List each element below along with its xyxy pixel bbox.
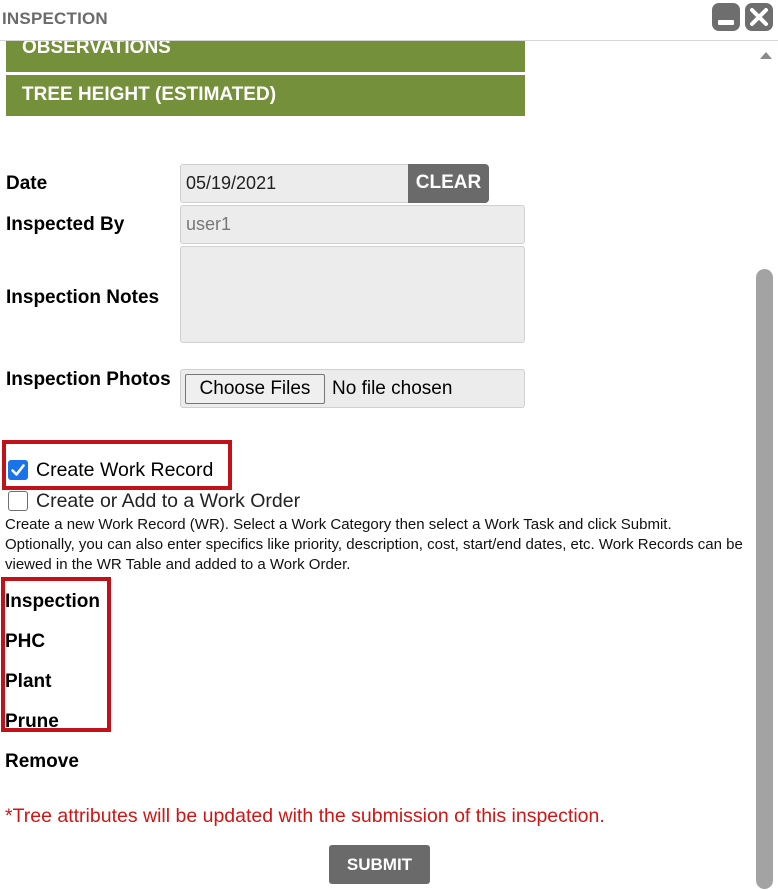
close-icon <box>750 8 768 26</box>
minimize-button[interactable] <box>712 3 740 31</box>
submit-button[interactable]: SUBMIT <box>329 845 430 884</box>
window-titlebar: INSPECTION <box>0 0 778 41</box>
inspected-by-value: user1 <box>186 214 232 234</box>
inspected-by-input: user1 <box>180 205 525 244</box>
section-tree-height[interactable]: TREE HEIGHT (ESTIMATED) <box>6 75 525 116</box>
scroll-thumb[interactable] <box>756 269 773 889</box>
inspection-notes-label: Inspection Notes <box>6 287 160 308</box>
scroll-up-arrow-icon[interactable] <box>760 52 772 59</box>
section-observations-label: OBSERVATIONS <box>22 41 171 58</box>
inspection-photos-input: Choose Files No file chosen <box>180 369 525 408</box>
date-value: 05/19/2021 <box>186 173 277 193</box>
minimize-icon <box>718 20 734 25</box>
date-label: Date <box>6 173 48 194</box>
close-button[interactable] <box>745 3 773 31</box>
clear-date-button[interactable]: CLEAR <box>408 164 489 203</box>
date-input[interactable]: 05/19/2021 <box>180 164 412 203</box>
create-work-order-checkbox[interactable] <box>8 491 28 511</box>
work-record-help-text: Create a new Work Record (WR). Select a … <box>5 516 743 573</box>
create-work-order-label: Create or Add to a Work Order <box>36 490 301 512</box>
inspected-by-label: Inspected By <box>6 214 125 235</box>
tree-attributes-notice: *Tree attributes will be updated with th… <box>5 805 605 827</box>
section-tree-height-label: TREE HEIGHT (ESTIMATED) <box>22 84 277 105</box>
highlight-categories <box>1 577 111 732</box>
category-remove[interactable]: Remove <box>5 751 79 773</box>
inspection-notes-textarea[interactable] <box>180 246 525 343</box>
vertical-scrollbar[interactable] <box>754 44 776 890</box>
highlight-work-record <box>2 440 232 490</box>
inspection-photos-label: Inspection Photos <box>6 369 171 390</box>
window-title: INSPECTION <box>2 9 108 28</box>
section-observations[interactable]: OBSERVATIONS <box>6 41 525 72</box>
choose-files-button[interactable]: Choose Files <box>185 374 325 404</box>
no-file-text: No file chosen <box>332 378 453 399</box>
inspection-form: OBSERVATIONS TREE HEIGHT (ESTIMATED) Dat… <box>0 41 756 890</box>
